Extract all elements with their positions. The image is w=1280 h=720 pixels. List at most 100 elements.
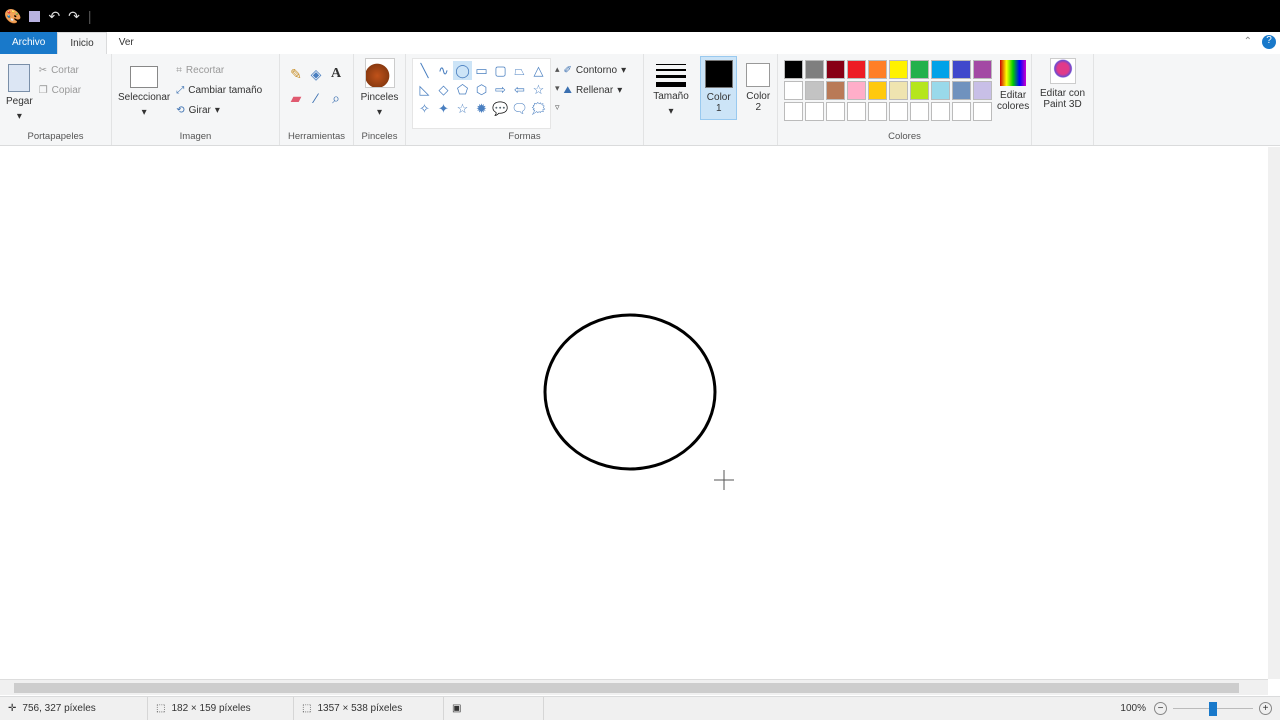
customize-icon[interactable]: | <box>88 8 92 24</box>
palette-swatch[interactable] <box>910 60 929 79</box>
help-icon[interactable]: ? <box>1262 35 1276 49</box>
palette-swatch[interactable] <box>805 60 824 79</box>
disk-icon: ▣ <box>452 703 462 714</box>
outline-button[interactable]: ✐ Contorno ▾ <box>564 60 627 80</box>
palette-swatch[interactable] <box>889 102 908 121</box>
paste-button[interactable]: Pegar ▾ <box>6 58 33 129</box>
shape-option[interactable]: ◇ <box>434 80 453 99</box>
palette-swatch[interactable] <box>973 60 992 79</box>
group-color-selection: Color 1 Color 2 <box>698 54 778 145</box>
gallery-scroll-up[interactable]: ▴ <box>555 60 560 79</box>
shape-option[interactable]: 💬 <box>491 99 510 118</box>
palette-swatch[interactable] <box>784 81 803 100</box>
shape-option[interactable]: ☆ <box>529 80 548 99</box>
shape-option[interactable]: ╲ <box>415 61 434 80</box>
palette-swatch[interactable] <box>868 102 887 121</box>
palette-swatch[interactable] <box>805 102 824 121</box>
palette-swatch[interactable] <box>931 60 950 79</box>
shape-option[interactable]: ✦ <box>434 99 453 118</box>
shape-option[interactable]: ⇦ <box>510 80 529 99</box>
shape-option[interactable]: △ <box>529 61 548 80</box>
select-button[interactable]: Seleccionar ▾ <box>118 58 170 129</box>
palette-swatch[interactable] <box>847 81 866 100</box>
drawing-canvas[interactable] <box>0 147 1268 679</box>
shape-option[interactable]: ▢ <box>491 61 510 80</box>
palette-swatch[interactable] <box>826 81 845 100</box>
horizontal-scrollbar[interactable] <box>0 679 1268 695</box>
shape-option[interactable]: ⇨ <box>491 80 510 99</box>
shape-option[interactable]: 🗯 <box>529 99 548 118</box>
shapes-gallery[interactable]: ╲ ∿ ◯ ▭ ▢ ⏢ △ ◺ ◇ ⬠ ⬡ ⇨ ⇦ ☆ ✧ ✦ ☆ ✹ 💬 🗨 🗯 <box>412 58 551 129</box>
rotate-button[interactable]: ⟲ Girar ▾ <box>176 100 262 120</box>
crop-button[interactable]: ⌗ Recortar <box>176 60 262 80</box>
palette-swatch[interactable] <box>847 102 866 121</box>
resize-button[interactable]: ⤢ Cambiar tamaño <box>176 80 262 100</box>
shape-option[interactable]: ⬠ <box>453 80 472 99</box>
color1-button[interactable]: Color 1 <box>700 56 738 120</box>
zoom-slider-thumb[interactable] <box>1209 701 1217 716</box>
palette-swatch[interactable] <box>952 81 971 100</box>
shape-option[interactable]: ✹ <box>472 99 491 118</box>
palette-swatch[interactable] <box>973 81 992 100</box>
size-button[interactable]: Tamaño ▾ <box>650 58 692 117</box>
copy-button[interactable]: ❐ Copiar <box>39 80 81 100</box>
shape-option[interactable]: ∿ <box>434 61 453 80</box>
ribbon: Pegar ▾ ✂ Cortar ❐ Copiar Portapapeles Sele… <box>0 54 1280 146</box>
zoom-slider[interactable] <box>1173 701 1253 716</box>
palette-swatch[interactable] <box>910 102 929 121</box>
eraser-icon[interactable]: ▰ <box>286 90 306 114</box>
brushes-button[interactable]: Pinceles ▾ <box>360 58 399 118</box>
magnifier-icon[interactable]: ⌕ <box>326 90 346 114</box>
palette-swatch[interactable] <box>952 102 971 121</box>
save-icon[interactable] <box>29 10 41 22</box>
palette-swatch[interactable] <box>784 102 803 121</box>
zoom-in-button[interactable]: + <box>1259 702 1272 715</box>
gallery-scroll-down[interactable]: ▾ <box>555 79 560 98</box>
tab-ver[interactable]: Ver <box>107 32 146 54</box>
redo-icon[interactable]: ↷ <box>68 8 80 25</box>
palette-swatch[interactable] <box>952 60 971 79</box>
palette-swatch[interactable] <box>889 60 908 79</box>
gallery-expand[interactable]: ▿ <box>555 98 560 117</box>
zoom-out-button[interactable]: − <box>1154 702 1167 715</box>
cut-button[interactable]: ✂ Cortar <box>39 60 81 80</box>
ribbon-tabs: Archivo Inicio Ver ⌃ ? <box>0 32 1280 54</box>
fill-button[interactable]: ⛰ Rellenar ▾ <box>564 80 627 100</box>
shape-option[interactable]: ⬡ <box>472 80 491 99</box>
edit-colors-button[interactable]: Editar colores <box>997 60 1029 129</box>
color-palette[interactable] <box>784 60 993 129</box>
collapse-ribbon-icon[interactable]: ⌃ <box>1238 32 1258 54</box>
palette-swatch[interactable] <box>826 60 845 79</box>
palette-swatch[interactable] <box>931 102 950 121</box>
pencil-icon[interactable]: ✎ <box>286 66 306 90</box>
shape-option[interactable]: ▭ <box>472 61 491 80</box>
undo-icon[interactable]: ↶ <box>48 8 60 25</box>
fill-bucket-icon[interactable]: ◈ <box>306 66 326 90</box>
shape-option[interactable]: ◺ <box>415 80 434 99</box>
palette-swatch[interactable] <box>826 102 845 121</box>
palette-swatch[interactable] <box>868 60 887 79</box>
palette-swatch[interactable] <box>910 81 929 100</box>
shape-option[interactable]: 🗨 <box>510 99 529 118</box>
shape-option[interactable]: ✧ <box>415 99 434 118</box>
palette-swatch[interactable] <box>931 81 950 100</box>
palette-swatch[interactable] <box>847 60 866 79</box>
color2-button[interactable]: Color 2 <box>741 56 775 143</box>
palette-swatch[interactable] <box>973 102 992 121</box>
shape-option[interactable]: ⏢ <box>510 61 529 80</box>
text-icon[interactable]: A <box>326 66 346 90</box>
palette-swatch[interactable] <box>868 81 887 100</box>
canvas-size-icon: ⬚ <box>302 703 312 714</box>
shape-option[interactable]: ◯ <box>453 61 472 80</box>
scroll-thumb[interactable] <box>14 683 1239 693</box>
palette-swatch[interactable] <box>805 81 824 100</box>
shape-option[interactable]: ☆ <box>453 99 472 118</box>
tab-archivo[interactable]: Archivo <box>0 32 58 54</box>
vertical-scrollbar[interactable] <box>1268 147 1280 679</box>
outline-icon: ✐ <box>563 64 572 76</box>
paint3d-button[interactable]: Editar con Paint 3D <box>1038 58 1087 110</box>
tab-inicio[interactable]: Inicio <box>57 32 107 54</box>
palette-swatch[interactable] <box>784 60 803 79</box>
color-picker-icon[interactable]: ⁄ <box>306 90 326 114</box>
palette-swatch[interactable] <box>889 81 908 100</box>
